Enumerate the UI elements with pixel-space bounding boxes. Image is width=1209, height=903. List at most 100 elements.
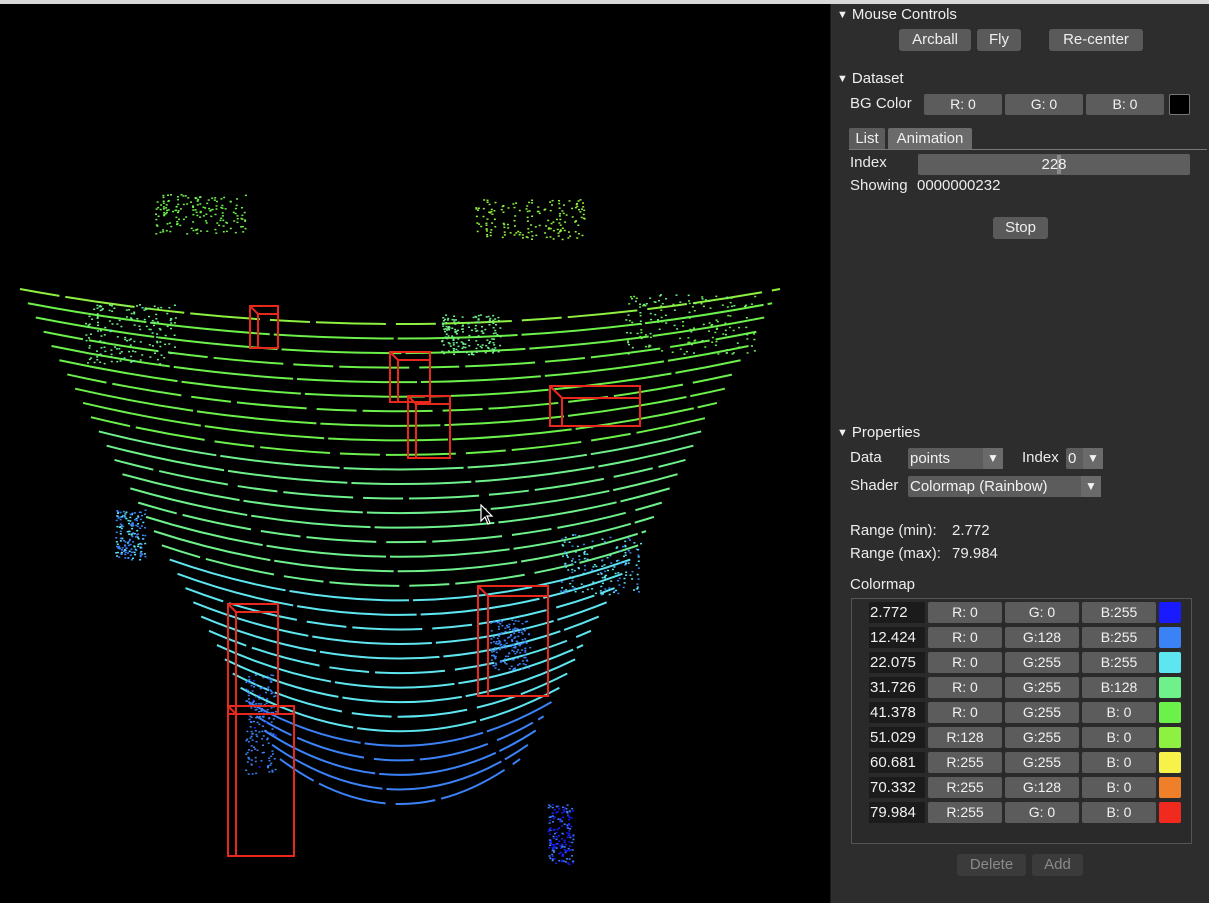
colormap-swatch[interactable] [1159,627,1181,648]
lidar-point [140,543,142,545]
colormap-g-field[interactable]: G:128 [1005,627,1079,648]
colormap-value-field[interactable]: 51.029 [869,727,925,748]
colormap-swatch[interactable] [1159,677,1181,698]
colormap-g-field[interactable]: G:255 [1005,652,1079,673]
mouse-controls-header[interactable]: ▼Mouse Controls [837,6,957,23]
prop-index-select[interactable]: 0 ▼ [1066,448,1103,469]
colormap-b-field[interactable]: B:255 [1082,602,1156,623]
lidar-point [498,628,500,630]
colormap-swatch[interactable] [1159,602,1181,623]
colormap-r-field[interactable]: R:255 [928,777,1002,798]
point-cloud-canvas[interactable] [0,4,830,903]
lidar-point [568,819,570,821]
tab-animation[interactable]: Animation [888,128,972,150]
colormap-g-field[interactable]: G:255 [1005,752,1079,773]
dataset-header[interactable]: ▼Dataset [837,70,904,87]
lidar-point [162,231,164,233]
colormap-b-field[interactable]: B: 0 [1082,777,1156,798]
colormap-b-field[interactable]: B: 0 [1082,802,1156,823]
colormap-swatch[interactable] [1159,777,1181,798]
lidar-point [165,207,167,209]
lidar-point [502,237,504,239]
colormap-r-field[interactable]: R: 0 [928,702,1002,723]
colormap-swatch[interactable] [1159,802,1181,823]
lidar-point [129,520,131,522]
colormap-r-field[interactable]: R: 0 [928,652,1002,673]
lidar-point [624,582,626,584]
colormap-swatch[interactable] [1159,727,1181,748]
index-slider[interactable]: 228 [918,154,1190,175]
stop-button[interactable]: Stop [993,217,1048,239]
colormap-value-field[interactable]: 41.378 [869,702,925,723]
colormap-b-field[interactable]: B:255 [1082,627,1156,648]
lidar-point [717,321,719,323]
colormap-value-field[interactable]: 60.681 [869,752,925,773]
lidar-point [751,303,753,305]
colormap-b-field[interactable]: B:255 [1082,652,1156,673]
colormap-value-field[interactable]: 2.772 [869,602,925,623]
properties-header[interactable]: ▼Properties [837,424,920,441]
bg-color-swatch[interactable] [1169,94,1190,115]
colormap-g-field[interactable]: G:255 [1005,702,1079,723]
lidar-point [567,815,569,817]
colormap-g-field[interactable]: G: 0 [1005,802,1079,823]
colormap-swatch[interactable] [1159,752,1181,773]
bg-r-field[interactable]: R: 0 [924,94,1002,115]
colormap-r-field[interactable]: R:128 [928,727,1002,748]
colormap-b-field[interactable]: B: 0 [1082,727,1156,748]
recenter-button[interactable]: Re-center [1049,29,1143,51]
colormap-b-field[interactable]: B:128 [1082,677,1156,698]
fly-button[interactable]: Fly [977,29,1021,51]
lidar-point [128,351,130,353]
colormap-list[interactable]: 2.772R: 0G: 0B:25512.424R: 0G:128B:25522… [851,598,1192,844]
lidar-point [166,313,168,315]
colormap-r-field[interactable]: R:255 [928,752,1002,773]
lidar-point [140,556,142,558]
colormap-value-field[interactable]: 22.075 [869,652,925,673]
lidar-point [672,352,674,354]
point-cloud-viewport[interactable] [0,4,830,903]
lidar-point [131,313,133,315]
lidar-point [109,310,111,312]
colormap-r-field[interactable]: R: 0 [928,602,1002,623]
bg-b-field[interactable]: B: 0 [1086,94,1164,115]
lidar-point [113,308,115,310]
colormap-g-field[interactable]: G:255 [1005,677,1079,698]
lidar-point [594,564,596,566]
colormap-value-field[interactable]: 12.424 [869,627,925,648]
lidar-point [571,569,573,571]
add-button[interactable]: Add [1032,854,1083,876]
colormap-r-field[interactable]: R:255 [928,802,1002,823]
shader-select[interactable]: Colormap (Rainbow) ▼ [908,476,1101,497]
colormap-r-field[interactable]: R: 0 [928,677,1002,698]
colormap-value-field[interactable]: 79.984 [869,802,925,823]
colormap-g-field[interactable]: G:255 [1005,727,1079,748]
data-select[interactable]: points ▼ [908,448,1003,469]
lidar-point [486,234,488,236]
colormap-swatch[interactable] [1159,652,1181,673]
lidar-point [464,343,466,345]
lidar-point [561,861,563,863]
bg-g-field[interactable]: G: 0 [1005,94,1083,115]
lidar-point [112,323,114,325]
delete-button[interactable]: Delete [957,854,1026,876]
tab-list[interactable]: List [849,128,885,150]
lidar-point [568,834,570,836]
arcball-button[interactable]: Arcball [899,29,971,51]
colormap-b-field[interactable]: B: 0 [1082,752,1156,773]
lidar-point [549,845,551,847]
lidar-point [120,345,122,347]
lidar-point [475,325,477,327]
colormap-g-field[interactable]: G: 0 [1005,602,1079,623]
colormap-value-field[interactable]: 70.332 [869,777,925,798]
lidar-point [89,359,91,361]
lidar-point [456,342,458,344]
colormap-swatch[interactable] [1159,702,1181,723]
colormap-b-field[interactable]: B: 0 [1082,702,1156,723]
control-panel: ▼Mouse Controls Arcball Fly Re-center ▼D… [830,4,1209,903]
colormap-value-field[interactable]: 31.726 [869,677,925,698]
colormap-r-field[interactable]: R: 0 [928,627,1002,648]
lidar-point [566,850,568,852]
lidar-point [448,342,450,344]
colormap-g-field[interactable]: G:128 [1005,777,1079,798]
